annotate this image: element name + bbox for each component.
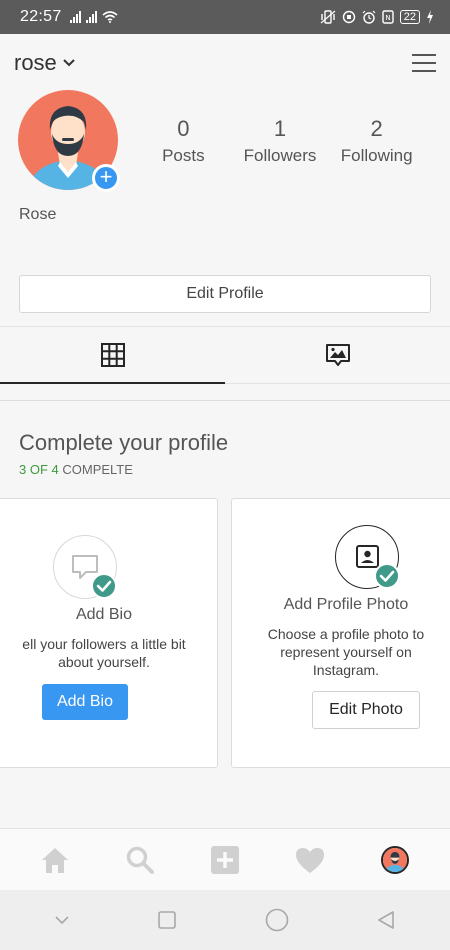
back-icon[interactable] bbox=[375, 909, 397, 931]
stat-label: Posts bbox=[162, 146, 205, 165]
card-title: Add Bio bbox=[75, 606, 133, 623]
nav-activity[interactable] bbox=[290, 840, 330, 880]
stat-label: Following bbox=[340, 146, 413, 165]
add-bio-card: Add Bio ell your followers a little bit … bbox=[0, 498, 218, 768]
check-icon bbox=[91, 573, 117, 599]
grid-icon bbox=[100, 343, 125, 367]
signal-1-icon bbox=[69, 11, 81, 23]
card-title: Add Profile Photo bbox=[283, 596, 409, 613]
tab-tagged[interactable] bbox=[225, 327, 450, 383]
card-description: Choose a profile photo to represent your… bbox=[267, 626, 425, 678]
stat-following[interactable]: 2 Following bbox=[328, 116, 425, 168]
battery-indicator: 22 bbox=[399, 10, 420, 24]
system-navigation bbox=[0, 890, 450, 950]
stat-posts[interactable]: 0 Posts bbox=[135, 116, 232, 168]
profile-tabs bbox=[0, 326, 450, 384]
nav-home[interactable] bbox=[35, 840, 75, 880]
stat-followers[interactable]: 1 Followers bbox=[232, 116, 329, 168]
edit-profile-button[interactable]: Edit Profile bbox=[19, 275, 431, 313]
signal-2-icon bbox=[85, 11, 97, 23]
chevron-down-icon[interactable] bbox=[63, 59, 75, 67]
add-photo-button[interactable]: + bbox=[92, 164, 120, 192]
wifi-icon bbox=[102, 11, 118, 23]
chevron-down-icon[interactable] bbox=[53, 914, 71, 926]
nav-search[interactable] bbox=[120, 840, 160, 880]
profile-avatar[interactable]: + bbox=[18, 90, 120, 192]
home-circle-icon[interactable] bbox=[264, 907, 290, 933]
add-profile-photo-card: Add Profile Photo Choose a profile photo… bbox=[231, 498, 450, 768]
heart-icon bbox=[296, 847, 325, 873]
stat-value: 1 bbox=[273, 116, 287, 141]
edit-photo-button[interactable]: Edit Photo bbox=[312, 691, 420, 729]
progress-label: COMPELTE bbox=[62, 462, 133, 477]
card-description: ell your followers a little bit about yo… bbox=[22, 636, 186, 670]
bottom-navigation bbox=[0, 828, 450, 890]
status-bar: 22:57 N 22 bbox=[0, 0, 450, 34]
nav-add-post[interactable] bbox=[205, 840, 245, 880]
status-right-icons: N 22 bbox=[320, 10, 434, 24]
hamburger-menu-icon[interactable] bbox=[412, 54, 436, 72]
charging-icon bbox=[427, 10, 433, 24]
nfc-icon: N bbox=[382, 10, 394, 24]
display-name: Rose bbox=[19, 206, 57, 223]
stat-label: Followers bbox=[243, 146, 317, 165]
profile-stats: 0 Posts 1 Followers 2 Following bbox=[135, 116, 425, 168]
complete-profile-title: Complete your profile bbox=[19, 430, 229, 455]
nav-profile[interactable] bbox=[375, 840, 415, 880]
tab-grid[interactable] bbox=[0, 327, 225, 384]
stat-value: 0 bbox=[177, 116, 190, 141]
svg-text:N: N bbox=[385, 14, 390, 22]
progress-count: 3 OF 4 bbox=[19, 462, 59, 477]
data-saver-icon bbox=[342, 10, 355, 24]
alarm-icon bbox=[362, 10, 376, 24]
signal-indicators bbox=[69, 11, 118, 23]
recents-icon[interactable] bbox=[156, 909, 178, 931]
check-icon bbox=[374, 563, 400, 589]
stat-value: 2 bbox=[370, 116, 383, 141]
search-icon bbox=[126, 846, 154, 874]
home-icon bbox=[41, 847, 68, 873]
add-bio-button[interactable]: Add Bio bbox=[42, 684, 128, 720]
profile-avatar bbox=[381, 845, 410, 874]
vibrate-icon bbox=[320, 10, 336, 24]
add-post-icon bbox=[210, 845, 239, 874]
tagged-photos-icon bbox=[325, 344, 350, 366]
profile-header: rose bbox=[0, 34, 450, 92]
username-label[interactable]: rose bbox=[14, 50, 57, 76]
section-divider bbox=[0, 400, 450, 401]
complete-profile-progress: 3 OF 4 COMPELTE bbox=[19, 462, 133, 477]
status-time: 22:57 bbox=[20, 8, 62, 25]
